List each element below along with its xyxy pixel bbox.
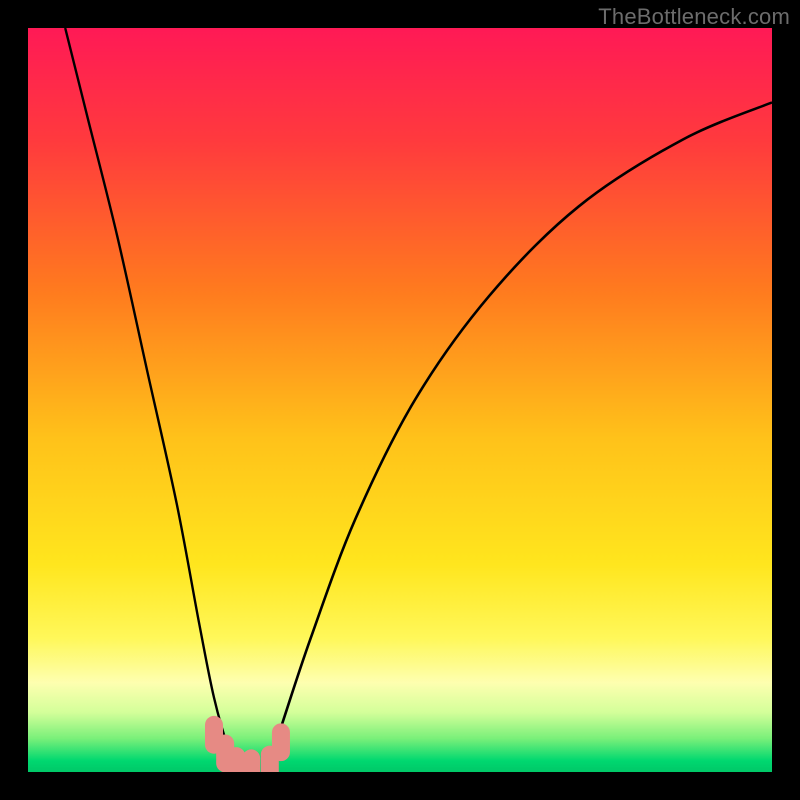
bottleneck-curve-plot (28, 28, 772, 772)
trough-markers (205, 716, 290, 772)
curve-right-branch (266, 102, 772, 772)
trough-marker (272, 723, 290, 761)
trough-marker (242, 749, 260, 772)
curve-left-branch (65, 28, 240, 772)
watermark-text: TheBottleneck.com (598, 4, 790, 30)
chart-frame (28, 28, 772, 772)
